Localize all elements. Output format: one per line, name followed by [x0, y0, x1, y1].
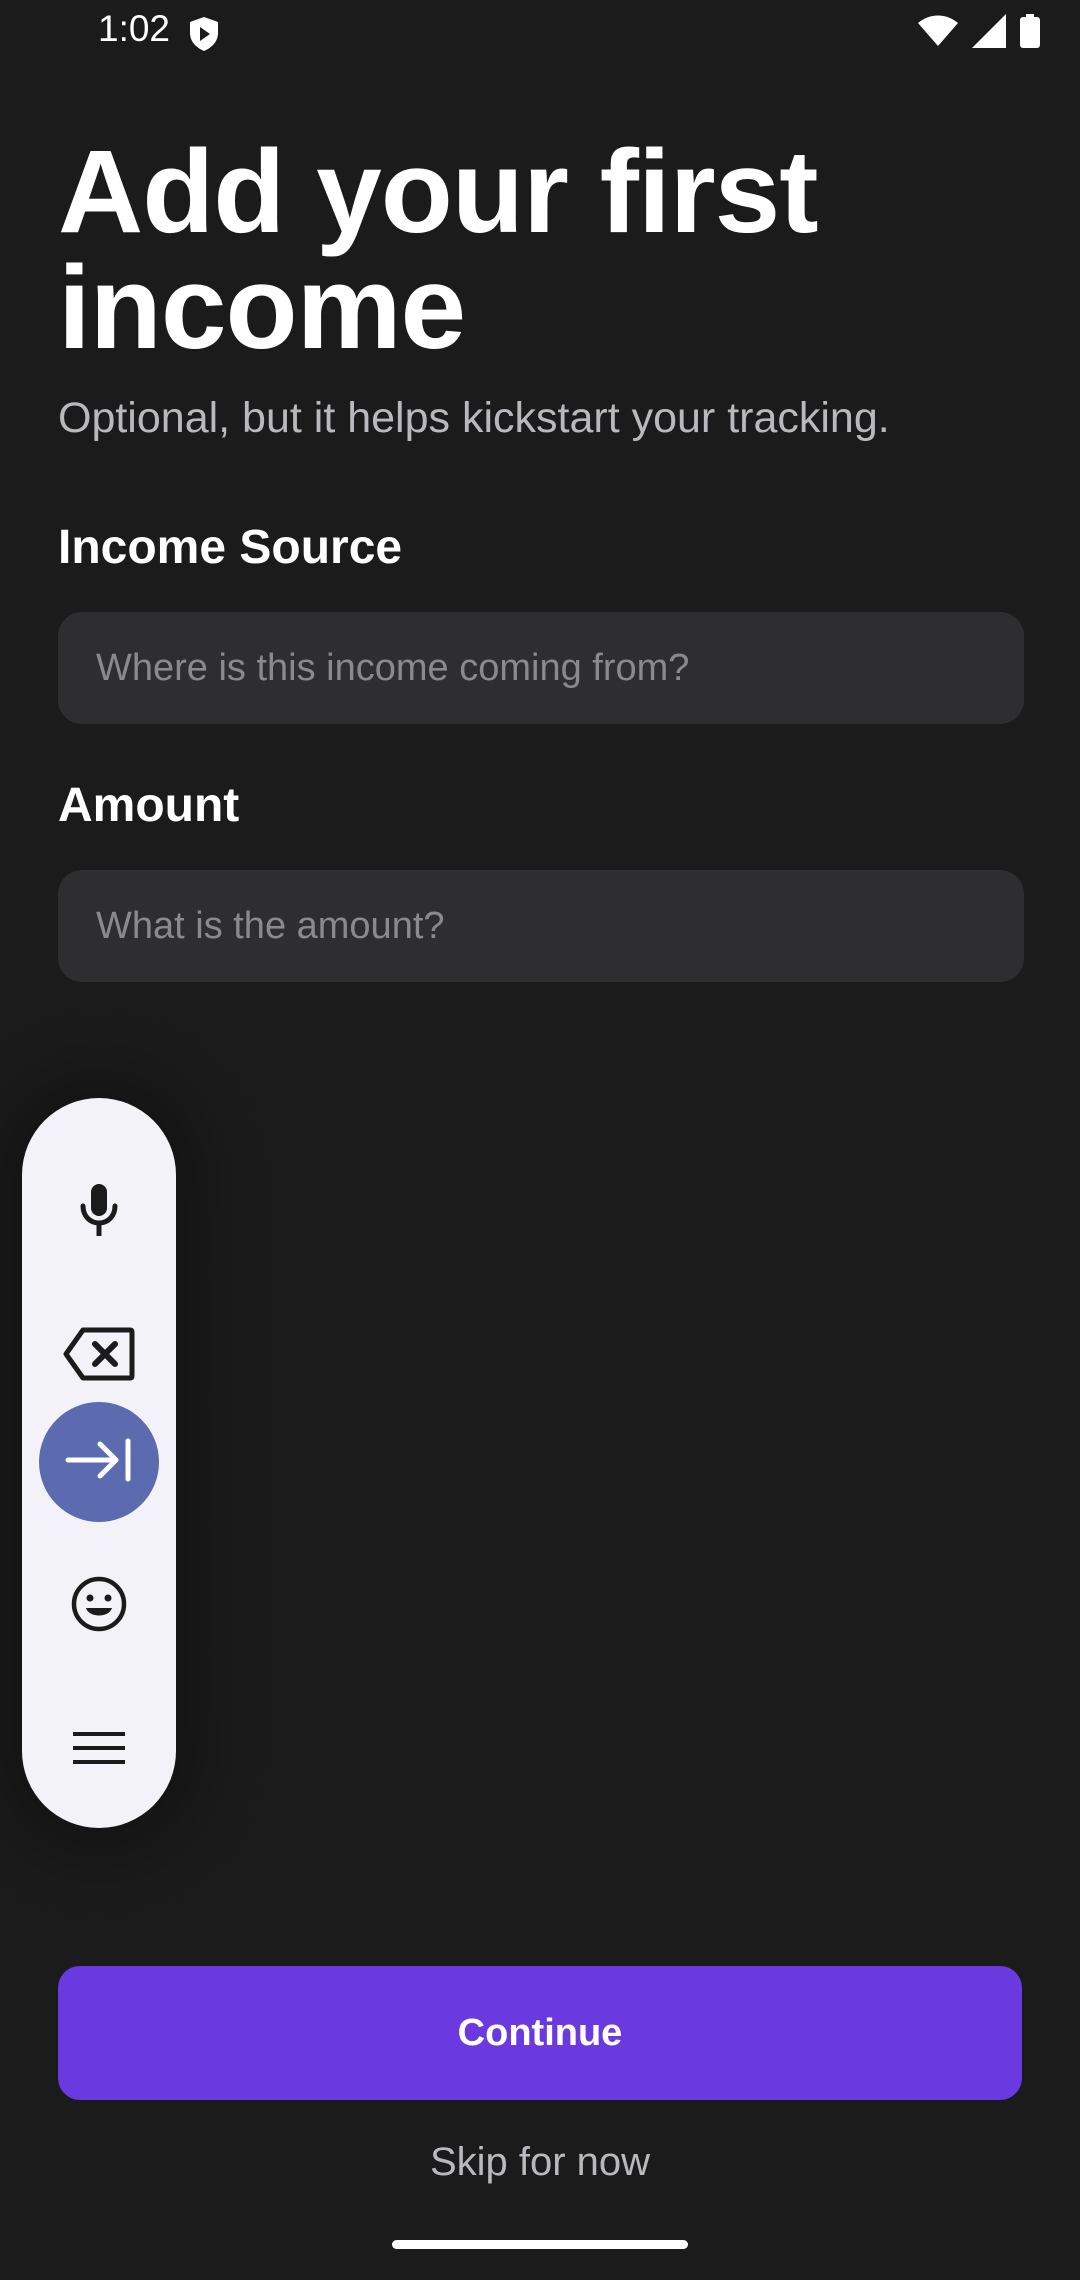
income-source-label: Income Source: [58, 521, 403, 574]
skip-for-now-link[interactable]: Skip for now: [0, 2140, 1080, 2185]
income-source-input[interactable]: [58, 612, 1024, 724]
home-indicator[interactable]: [392, 2240, 688, 2249]
signal-icon: [972, 14, 1006, 53]
status-time: 1:02: [98, 8, 171, 49]
status-bar: 1:02: [0, 0, 1080, 68]
battery-icon: [1020, 14, 1040, 53]
continue-button[interactable]: Continue: [58, 1966, 1022, 2100]
backspace-icon: [63, 1327, 135, 1386]
page-title: Add your first income: [58, 126, 819, 374]
tab-forward-icon: [64, 1437, 134, 1488]
menu-icon: [73, 1730, 125, 1771]
emoji-button[interactable]: [39, 1546, 159, 1666]
menu-button[interactable]: [39, 1690, 159, 1810]
microphone-icon: [77, 1182, 121, 1243]
shield-icon: [188, 16, 220, 52]
page-subtitle: Optional, but it helps kickstart your tr…: [58, 394, 890, 442]
emoji-icon: [71, 1576, 127, 1637]
microphone-button[interactable]: [39, 1152, 159, 1272]
amount-label: Amount: [58, 779, 240, 832]
wifi-icon: [918, 15, 958, 52]
keyboard-toolbar: [22, 1098, 176, 1828]
backspace-button[interactable]: [39, 1296, 159, 1416]
amount-input[interactable]: [58, 870, 1024, 982]
tab-forward-button[interactable]: [39, 1402, 159, 1522]
